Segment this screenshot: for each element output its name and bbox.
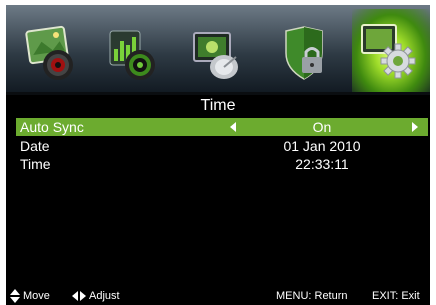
adjust-hint: Adjust bbox=[72, 287, 120, 305]
menu-return-hint: MENU: Return bbox=[276, 290, 348, 302]
time-label: Time bbox=[20, 156, 51, 172]
auto-sync-label: Auto Sync bbox=[20, 119, 84, 135]
auto-sync-row[interactable]: Auto Sync On bbox=[16, 118, 428, 136]
date-value: 01 Jan 2010 bbox=[283, 138, 361, 154]
move-hint-label: Move bbox=[23, 290, 50, 302]
auto-sync-value: On bbox=[312, 119, 332, 135]
tv-osd-menu: Time Auto Sync On Date 01 Jan 2010 Time … bbox=[6, 5, 430, 305]
move-hint: Move bbox=[10, 287, 50, 305]
footer-hints: Move Adjust MENU: Return EXIT: Exit bbox=[6, 287, 430, 305]
exit-hint: EXIT: Exit bbox=[372, 290, 420, 302]
channel-icon[interactable] bbox=[186, 23, 248, 85]
page-title: Time bbox=[200, 97, 236, 114]
sound-icon[interactable] bbox=[102, 23, 164, 85]
date-row[interactable]: Date 01 Jan 2010 bbox=[16, 137, 428, 155]
lock-icon[interactable] bbox=[272, 23, 334, 85]
picture-icon[interactable] bbox=[18, 23, 80, 85]
tab-setup[interactable] bbox=[352, 9, 430, 93]
setup-gear-icon bbox=[360, 23, 422, 85]
right-arrow-icon[interactable] bbox=[412, 122, 418, 132]
date-label: Date bbox=[20, 138, 50, 154]
left-right-arrows-icon bbox=[72, 291, 86, 302]
up-down-arrows-icon bbox=[10, 289, 20, 304]
adjust-hint-label: Adjust bbox=[89, 290, 120, 302]
time-row[interactable]: Time 22:33:11 bbox=[16, 155, 428, 173]
time-value: 22:33:11 bbox=[295, 156, 349, 172]
menu-tab-bar bbox=[6, 5, 430, 95]
